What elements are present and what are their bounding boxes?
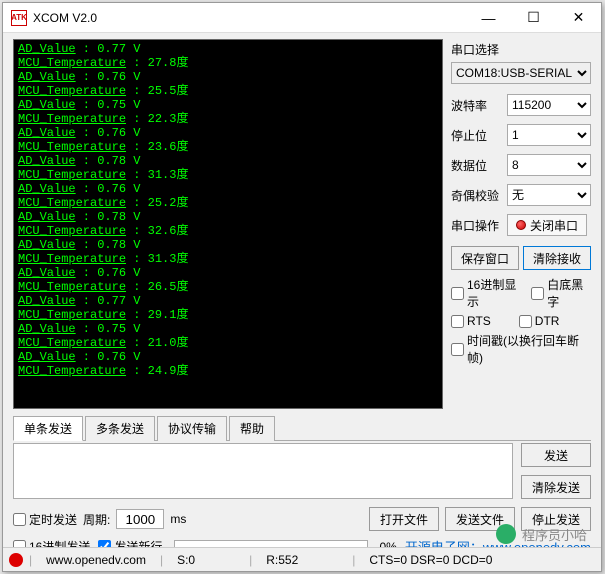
terminal-line: AD_Value : 0.78 V [18,154,438,168]
terminal-line: MCU_Temperature : 29.1度 [18,308,438,322]
terminal-line: AD_Value : 0.76 V [18,350,438,364]
terminal-line: MCU_Temperature : 25.2度 [18,196,438,210]
serial-op-label: 串口操作 [451,217,503,234]
port-select-label: 串口选择 [451,41,591,58]
terminal-line: MCU_Temperature : 26.5度 [18,280,438,294]
window-buttons: — ☐ ✕ [466,3,601,32]
window-title: XCOM V2.0 [33,11,466,25]
status-bar: | www.openedv.com | S:0 | R:552 | CTS=0 … [3,547,601,571]
white-bg-checkbox[interactable]: 白底黑字 [531,276,591,310]
terminal-line: AD_Value : 0.78 V [18,210,438,224]
terminal-line: AD_Value : 0.76 V [18,182,438,196]
save-window-button[interactable]: 保存窗口 [451,246,519,270]
titlebar: ATK XCOM V2.0 — ☐ ✕ [3,3,601,33]
terminal-line: MCU_Temperature : 31.3度 [18,252,438,266]
tab-multi-send[interactable]: 多条发送 [85,416,155,441]
terminal-line: AD_Value : 0.78 V [18,238,438,252]
terminal-line: MCU_Temperature : 22.3度 [18,112,438,126]
open-file-button[interactable]: 打开文件 [369,507,439,531]
dtr-checkbox[interactable]: DTR [519,314,560,328]
close-button[interactable]: ✕ [556,3,601,32]
terminal-line: AD_Value : 0.76 V [18,126,438,140]
stopbit-select[interactable]: 1 [507,124,591,146]
terminal-line: AD_Value : 0.77 V [18,42,438,56]
app-icon: ATK [11,10,27,26]
terminal-line: AD_Value : 0.77 V [18,294,438,308]
maximize-button[interactable]: ☐ [511,3,556,32]
hex-display-checkbox[interactable]: 16进制显示 [451,276,523,310]
terminal-output[interactable]: AD_Value : 0.77 VMCU_Temperature : 27.8度… [13,39,443,409]
send-button[interactable]: 发送 [521,443,591,467]
databit-label: 数据位 [451,157,503,174]
terminal-line: MCU_Temperature : 25.5度 [18,84,438,98]
status-dot-icon [516,220,526,230]
period-label: 周期: [83,511,110,528]
status-sent: S:0 [169,553,203,567]
app-window: ATK XCOM V2.0 — ☐ ✕ AD_Value : 0.77 VMCU… [2,2,602,572]
record-icon[interactable] [9,553,23,567]
stopbit-label: 停止位 [451,127,503,144]
send-input[interactable] [13,443,513,499]
rts-checkbox[interactable]: RTS [451,314,491,328]
watermark: 程序员小哈 [496,524,587,544]
terminal-line: MCU_Temperature : 24.9度 [18,364,438,378]
terminal-line: MCU_Temperature : 21.0度 [18,336,438,350]
status-received: R:552 [258,553,306,567]
serial-settings-panel: 串口选择 COM18:USB-SERIAL 波特率 115200 停止位 1 数… [451,39,591,409]
clear-send-button[interactable]: 清除发送 [521,475,591,499]
parity-select[interactable]: 无 [507,184,591,206]
terminal-line: MCU_Temperature : 27.8度 [18,56,438,70]
status-url: www.openedv.com [38,553,154,567]
terminal-line: AD_Value : 0.76 V [18,266,438,280]
baud-select[interactable]: 115200 [507,94,591,116]
terminal-line: MCU_Temperature : 32.6度 [18,224,438,238]
tab-help[interactable]: 帮助 [229,416,275,441]
port-select[interactable]: COM18:USB-SERIAL [451,62,591,84]
databit-select[interactable]: 8 [507,154,591,176]
main-area: AD_Value : 0.77 VMCU_Temperature : 27.8度… [3,33,601,409]
baud-label: 波特率 [451,97,503,114]
terminal-line: AD_Value : 0.76 V [18,70,438,84]
tab-protocol[interactable]: 协议传输 [157,416,227,441]
clear-receive-button[interactable]: 清除接收 [523,246,591,270]
terminal-line: MCU_Temperature : 23.6度 [18,140,438,154]
wechat-icon [496,524,516,544]
terminal-line: AD_Value : 0.75 V [18,322,438,336]
send-area: 发送 清除发送 [13,443,591,499]
timestamp-checkbox[interactable]: 时间戳(以换行回车断帧) [451,332,591,366]
status-flags: CTS=0 DSR=0 DCD=0 [361,553,500,567]
timed-send-checkbox[interactable]: 定时发送 [13,511,77,528]
minimize-button[interactable]: — [466,3,511,32]
period-unit: ms [170,512,186,526]
terminal-line: MCU_Temperature : 31.3度 [18,168,438,182]
terminal-line: AD_Value : 0.75 V [18,98,438,112]
close-port-button[interactable]: 关闭串口 [507,214,587,236]
period-input[interactable] [116,509,164,529]
parity-label: 奇偶校验 [451,187,503,204]
tab-single-send[interactable]: 单条发送 [13,416,83,441]
send-tabs: 单条发送 多条发送 协议传输 帮助 [13,415,591,441]
